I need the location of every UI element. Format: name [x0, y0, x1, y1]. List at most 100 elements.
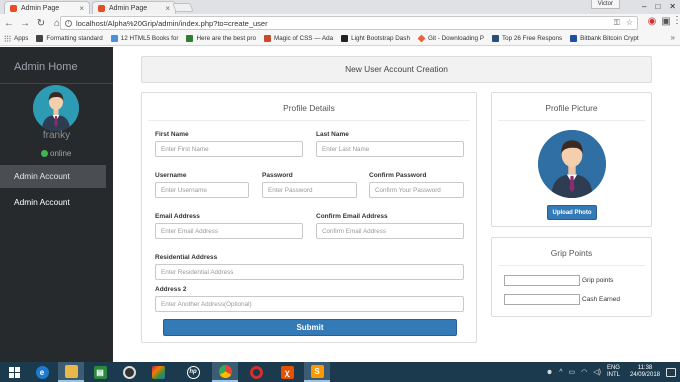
bootstrap-icon [341, 35, 349, 42]
bookmark-item[interactable]: 12 HTML5 Books for [107, 35, 183, 42]
grip-points-input[interactable] [504, 275, 580, 286]
close-window-icon[interactable]: ✕ [669, 2, 676, 11]
browser-menu-icon[interactable]: ⋮ [672, 15, 680, 26]
page-title: New User Account Creation [141, 56, 652, 83]
browser-tab-admin-page[interactable]: Admin Page × [4, 1, 90, 14]
start-button[interactable] [0, 362, 28, 382]
email-label: Email Address [155, 213, 200, 220]
status-label: online [50, 149, 72, 158]
last-name-label: Last Name [316, 131, 349, 138]
upload-photo-button[interactable]: Upload Photo [547, 205, 597, 220]
bookmark-apps[interactable]: Apps [0, 35, 32, 42]
taskbar-chrome[interactable] [212, 362, 238, 382]
panel-title-profile-details: Profile Details [283, 103, 335, 113]
system-clock[interactable]: 11:38 24/09/2018 [630, 365, 660, 379]
people-icon[interactable]: ☻ [546, 369, 553, 376]
address-2-label: Address 2 [155, 286, 187, 293]
bookmark-item[interactable]: Magic of CSS — Ada [260, 35, 337, 42]
system-tray: ☻ ^ ▭ ◠ ◁) ENG INTL 11:38 24/09/2018 [546, 362, 680, 382]
new-tab-button[interactable] [172, 3, 194, 12]
taskbar-sublime[interactable]: S [304, 362, 330, 382]
site-info-icon[interactable]: i [65, 19, 72, 27]
action-center-icon[interactable] [666, 367, 676, 377]
bookmark-item[interactable]: Light Bootstrap Dash [337, 35, 414, 42]
bookmark-item[interactable]: Git - Downloading P [414, 34, 488, 43]
tray-overflow-icon[interactable]: ^ [559, 369, 562, 376]
file-explorer-icon [64, 364, 78, 378]
minimize-icon[interactable]: – [642, 2, 646, 11]
opera-icon [249, 365, 263, 379]
user-avatar [33, 85, 79, 131]
back-icon[interactable]: ← [2, 18, 16, 29]
confirm-password-input[interactable] [369, 182, 464, 198]
panel-divider [148, 120, 470, 121]
browser-profile-chip[interactable]: Victor [590, 0, 620, 9]
input-language[interactable]: ENG INTL [607, 365, 620, 379]
tab-title: Admin Page [21, 4, 60, 12]
maximize-icon[interactable]: □ [655, 2, 660, 11]
camera-app-icon [122, 365, 136, 379]
taskbar-file-explorer[interactable] [58, 362, 84, 382]
user-avatar-icon [33, 85, 79, 131]
forward-icon[interactable]: → [18, 18, 32, 29]
taskbar-camera[interactable] [116, 362, 142, 382]
sidebar-item-admin-account-2[interactable]: Admin Account [0, 191, 106, 214]
doc-icon [36, 35, 44, 42]
confirm-password-label: Confirm Password [369, 172, 427, 179]
email-input[interactable] [155, 223, 303, 239]
taskbar-hp[interactable]: hp [180, 362, 206, 382]
battery-icon[interactable]: ▭ [569, 368, 576, 376]
cash-earned-input[interactable] [504, 294, 580, 305]
address-2-input[interactable] [155, 296, 464, 312]
volume-icon[interactable]: ◁) [593, 368, 601, 376]
browser-tab-admin-page-2[interactable]: Admin Page × [92, 1, 176, 14]
last-name-input[interactable] [316, 141, 464, 157]
windows-taskbar: e ▤ hp ꭓ S ☻ ^ ▭ ◠ ◁) ENG INTL 11:38 24/… [0, 362, 680, 382]
confirm-email-input[interactable] [316, 223, 464, 239]
tab-title: Admin Page [109, 4, 148, 12]
taskbar-store[interactable]: ▤ [87, 362, 113, 382]
residential-address-label: Residential Address [155, 254, 218, 261]
key-icon[interactable]: ⚿ [614, 18, 620, 28]
bookmarks-overflow-icon[interactable]: » [671, 33, 675, 42]
main-content: New User Account Creation Profile Detail… [113, 47, 680, 362]
taskbar-opera[interactable] [243, 362, 269, 382]
username-input[interactable] [155, 182, 249, 198]
wifi-icon[interactable]: ◠ [581, 368, 587, 376]
green-square-icon [186, 35, 194, 42]
close-tab-icon[interactable]: × [165, 4, 170, 13]
bookmark-item[interactable]: Top 26 Free Respons [488, 35, 566, 42]
panel-title-grip-points: Grip Points [550, 248, 593, 258]
bookmark-item[interactable]: Here are the best pro [182, 35, 260, 42]
bookmark-star-icon[interactable]: ☆ [626, 18, 633, 28]
window-controls: – □ ✕ [642, 2, 676, 11]
reload-icon[interactable]: ↻ [34, 18, 48, 29]
opera-extension-icon[interactable]: ◉ [645, 16, 659, 27]
sidebar-item-admin-account[interactable]: Admin Account [0, 165, 106, 188]
password-input[interactable] [262, 182, 357, 198]
bookmark-item[interactable]: Bitbank Bitcoin Crypt [566, 35, 642, 42]
first-name-label: First Name [155, 131, 189, 138]
sublime-icon: S [310, 364, 324, 378]
browser-tabstrip: Admin Page × Admin Page × Victor – □ ✕ [0, 0, 680, 14]
sidebar-title[interactable]: Admin Home [14, 61, 78, 73]
edge-icon: e [35, 365, 49, 379]
sidebar-divider [0, 83, 113, 84]
url-text: localhost/Alpha%20Grip/admin/index.php?t… [76, 18, 268, 28]
extension-icon[interactable]: ▣ [659, 16, 673, 27]
grip-points-label: Grip points [582, 277, 614, 284]
first-name-input[interactable] [155, 141, 303, 157]
git-icon [417, 34, 426, 43]
xampp-favicon-icon [10, 4, 17, 12]
taskbar-xampp[interactable]: ꭓ [274, 362, 300, 382]
taskbar-edge[interactable]: e [29, 362, 55, 382]
close-tab-icon[interactable]: × [79, 4, 84, 13]
residential-address-input[interactable] [155, 264, 464, 280]
taskbar-photos[interactable] [145, 362, 171, 382]
template-icon [491, 35, 499, 42]
apps-grid-icon [4, 35, 11, 42]
sidebar-username: franky [42, 130, 71, 141]
address-bar[interactable]: i localhost/Alpha%20Grip/admin/index.php… [60, 16, 638, 30]
bookmark-item[interactable]: Formatting standard [32, 35, 106, 42]
submit-button[interactable]: Submit [163, 319, 457, 336]
